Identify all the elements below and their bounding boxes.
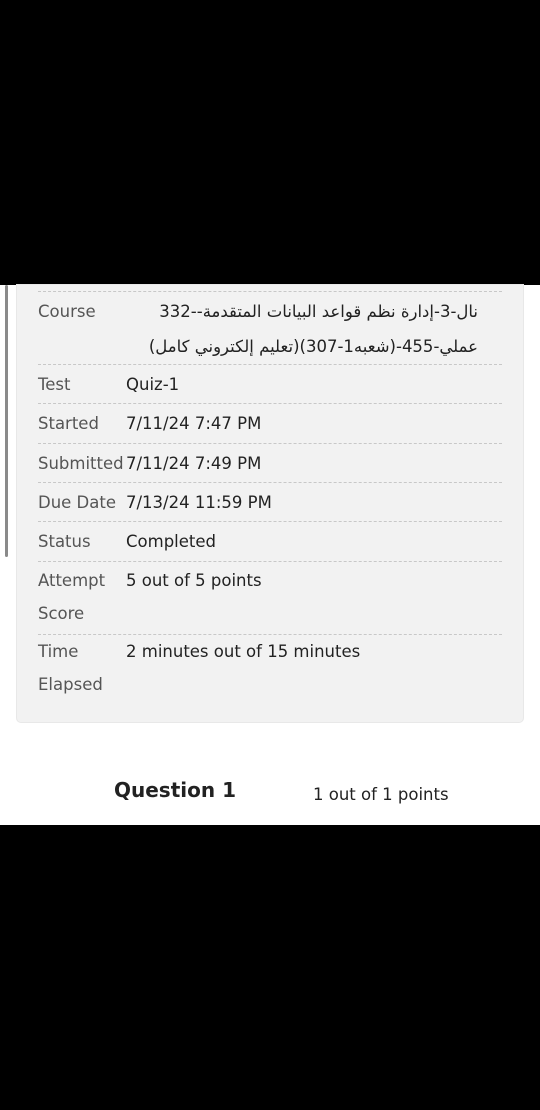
detail-label-score: Score [38,604,85,623]
detail-row-attempt-score: Attempt Score 5 out of 5 points [38,561,502,634]
detail-label-attempt: Attempt [38,571,106,590]
detail-label-time: Time [38,642,79,661]
detail-value-course-line1: نال-3-إدارة نظم قواعد البيانات المتقدمة-… [159,302,478,321]
detail-label-submitted: Submitted [38,454,124,473]
question-title: Question 1 [114,778,236,802]
top-black-area [0,0,540,285]
question-points: 1 out of 1 points [313,785,449,804]
detail-row-started: Started 7/11/24 7:47 PM [38,403,502,442]
bottom-black-area [0,825,540,1110]
detail-value-started: 7/11/24 7:47 PM [126,414,262,433]
detail-label-due-date: Due Date [38,493,116,512]
content-area: Course نال-3-إدارة نظم قواعد البيانات ال… [0,285,540,825]
detail-label-started: Started [38,414,99,433]
detail-value-submitted: 7/11/24 7:49 PM [126,454,262,473]
detail-value-course-line2: عملي-455-(شعبه1-307)(تعليم إلكتروني كامل… [148,337,478,356]
detail-value-attempt-score: 5 out of 5 points [126,571,262,590]
detail-value-test: Quiz-1 [126,375,180,394]
detail-row-submitted: Submitted 7/11/24 7:49 PM [38,443,502,482]
detail-row-time-elapsed: Time Elapsed 2 minutes out of 15 minutes [38,634,502,707]
detail-value-time-elapsed: 2 minutes out of 15 minutes [126,642,361,661]
attempt-details-card: Course نال-3-إدارة نظم قواعد البيانات ال… [17,285,523,722]
detail-label-status: Status [38,532,91,551]
detail-label-course: Course [38,302,96,321]
detail-value-due-date: 7/13/24 11:59 PM [126,493,272,512]
detail-row-test: Test Quiz-1 [38,364,502,403]
detail-row-course: Course نال-3-إدارة نظم قواعد البيانات ال… [38,291,502,364]
detail-label-elapsed: Elapsed [38,675,103,694]
detail-value-status: Completed [126,532,216,551]
detail-row-due-date: Due Date 7/13/24 11:59 PM [38,482,502,521]
detail-label-test: Test [38,375,71,394]
detail-row-status: Status Completed [38,521,502,560]
scrollbar-thumb[interactable] [5,285,8,557]
